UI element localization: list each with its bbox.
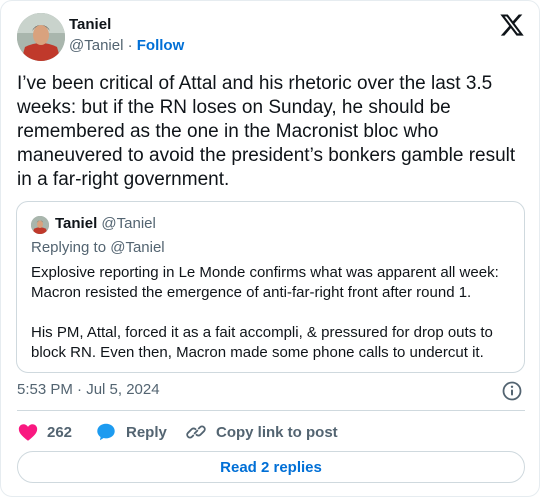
heart-icon — [18, 424, 38, 441]
like-button[interactable]: 262 — [17, 421, 72, 443]
quoted-paragraph-1: Explosive reporting in Le Monde confirms… — [31, 264, 499, 301]
x-logo-icon[interactable] — [499, 12, 525, 38]
author-name[interactable]: Taniel — [69, 16, 111, 34]
tweet-card: Taniel @Taniel · Follow I’ve been critic… — [0, 0, 540, 497]
quoted-author-handle: @Taniel — [101, 215, 156, 232]
replying-to-label: Replying to @Taniel — [31, 239, 165, 256]
reply-bubble-icon — [97, 423, 115, 441]
info-icon[interactable] — [501, 380, 523, 402]
divider — [17, 410, 525, 411]
link-icon — [186, 425, 206, 439]
follow-button[interactable]: Follow — [137, 37, 185, 54]
copy-link-label: Copy link to post — [216, 423, 338, 441]
avatar-photo — [17, 13, 65, 61]
tweet-timestamp[interactable]: 5:53 PM · Jul 5, 2024 — [17, 381, 160, 399]
quoted-author-line: Taniel @Taniel — [55, 215, 156, 233]
quoted-author-name: Taniel — [55, 215, 98, 232]
quoted-paragraph-2: His PM, Attal, forced it as a fait accom… — [31, 324, 493, 361]
quoted-tweet[interactable]: Taniel @Taniel Replying to @Taniel Explo… — [16, 201, 525, 373]
avatar-photo — [31, 216, 49, 234]
tweet-text: I’ve been critical of Attal and his rhet… — [17, 73, 516, 190]
reply-button[interactable]: Reply — [95, 421, 167, 443]
author-handle[interactable]: @Taniel — [69, 37, 123, 54]
read-replies-button[interactable]: Read 2 replies — [17, 451, 525, 483]
separator-dot: · — [127, 37, 133, 54]
author-handle-line: @Taniel · Follow — [69, 37, 184, 55]
like-count: 262 — [47, 423, 73, 441]
quoted-tweet-text: Explosive reporting in Le Monde confirms… — [31, 263, 515, 363]
reply-label: Reply — [126, 423, 167, 441]
copy-link-button[interactable]: Copy link to post — [185, 421, 338, 443]
quoted-author-avatar — [31, 216, 49, 234]
author-avatar[interactable] — [17, 13, 65, 61]
